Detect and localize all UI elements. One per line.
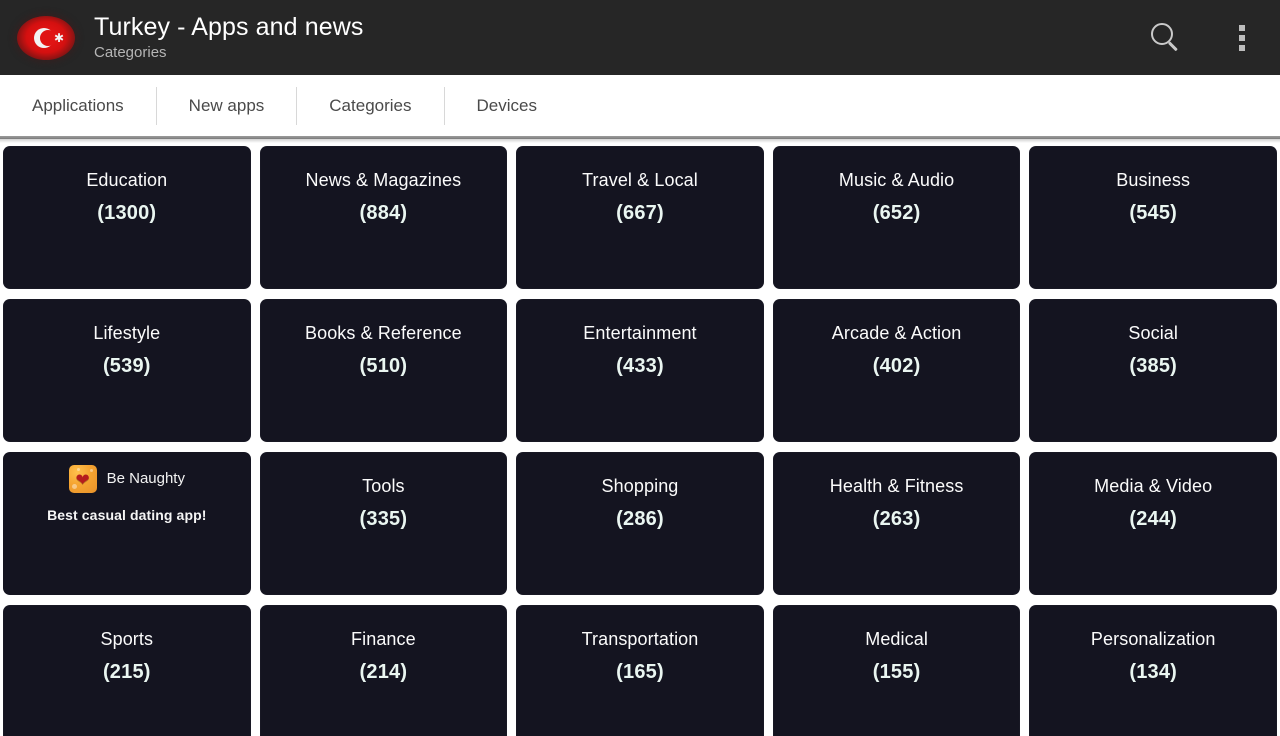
category-tile[interactable]: Sports (215) [3, 605, 251, 736]
search-icon[interactable] [1151, 22, 1181, 53]
category-name: Sports [100, 629, 154, 649]
category-name: Medical [865, 629, 928, 649]
ad-tagline: Best casual dating app! [47, 507, 207, 523]
category-count: (667) [616, 202, 664, 224]
category-tile[interactable]: Travel & Local (667) [516, 146, 764, 289]
header-titles: Turkey - Apps and news Categories [94, 12, 1128, 63]
flag-star-icon: ✱ [54, 30, 65, 45]
category-tile[interactable]: Education (1300) [3, 146, 251, 289]
category-tile[interactable]: Books & Reference (510) [259, 299, 508, 442]
category-tile[interactable]: Personalization (134) [1029, 605, 1277, 736]
category-count: (433) [616, 355, 664, 377]
category-tile[interactable]: Finance (214) [259, 605, 508, 736]
category-name: Education [86, 170, 168, 190]
category-count: (402) [872, 355, 921, 377]
page-subtitle: Categories [94, 44, 167, 61]
category-name: Health & Fitness [829, 476, 964, 496]
category-tile[interactable]: Shopping (286) [516, 452, 764, 595]
category-count: (286) [616, 508, 664, 530]
category-name: Finance [351, 629, 416, 649]
category-count: (652) [872, 202, 921, 224]
category-tile[interactable]: Social (385) [1029, 299, 1277, 442]
category-name: Entertainment [583, 323, 697, 343]
category-name: Media & Video [1094, 476, 1213, 496]
category-name: Business [1116, 170, 1191, 190]
category-count: (165) [616, 661, 664, 683]
category-name: Lifestyle [93, 323, 161, 343]
category-tile[interactable]: Music & Audio (652) [772, 146, 1021, 289]
category-count: (510) [359, 355, 408, 377]
category-tile[interactable]: Business (545) [1029, 146, 1277, 289]
category-name: Personalization [1090, 629, 1216, 649]
category-tile[interactable]: Media & Video (244) [1029, 452, 1277, 595]
category-name: Travel & Local [582, 170, 698, 190]
category-name: Social [1128, 323, 1179, 343]
tab-bar: Applications New apps Categories Devices [0, 75, 1280, 136]
category-name: Books & Reference [304, 323, 462, 343]
tab-applications[interactable]: Applications [0, 86, 156, 126]
category-tile[interactable]: Lifestyle (539) [3, 299, 251, 442]
tab-devices[interactable]: Devices [445, 86, 569, 126]
overflow-menu-button[interactable] [1204, 0, 1280, 75]
overflow-menu-icon[interactable] [1239, 24, 1245, 51]
category-name: Tools [362, 476, 405, 496]
category-count: (884) [359, 202, 408, 224]
category-count: (335) [359, 508, 408, 530]
category-count: (263) [872, 508, 921, 530]
tab-categories[interactable]: Categories [297, 86, 443, 126]
category-tile[interactable]: Medical (155) [772, 605, 1021, 736]
category-name: News & Magazines [305, 170, 462, 190]
category-count: (134) [1129, 661, 1178, 683]
ad-tile[interactable]: ❤ Be Naughty Best casual dating app! [3, 452, 251, 595]
page-title: Turkey - Apps and news [94, 13, 364, 41]
tab-new-apps[interactable]: New apps [157, 86, 297, 126]
heart-icon: ❤ [68, 465, 97, 493]
search-button[interactable] [1128, 0, 1204, 75]
turkey-flag-icon: ✱ [17, 15, 75, 60]
category-tile[interactable]: Arcade & Action (402) [772, 299, 1021, 442]
category-tile[interactable]: Transportation (165) [516, 605, 764, 736]
category-name: Music & Audio [838, 170, 955, 190]
category-tile[interactable]: Entertainment (433) [516, 299, 764, 442]
category-tile[interactable]: News & Magazines (884) [259, 146, 508, 289]
category-count: (1300) [97, 202, 157, 224]
category-count: (545) [1129, 202, 1178, 224]
category-count: (215) [102, 661, 151, 683]
category-name: Shopping [601, 476, 679, 496]
category-tile[interactable]: Tools (335) [259, 452, 508, 595]
category-count: (385) [1129, 355, 1178, 377]
category-count: (155) [872, 661, 921, 683]
category-count: (244) [1129, 508, 1178, 530]
category-count: (539) [102, 355, 151, 377]
app-header: ✱ Turkey - Apps and news Categories [0, 0, 1280, 75]
category-grid: Education (1300) News & Magazines (884) Trav… [0, 143, 1280, 736]
category-count: (214) [359, 661, 408, 683]
category-tile[interactable]: Health & Fitness (263) [772, 452, 1021, 595]
category-name: Transportation [581, 629, 699, 649]
category-name: Arcade & Action [831, 323, 962, 343]
ad-title: Be Naughty [106, 470, 185, 487]
ad-header-row: ❤ Be Naughty [3, 465, 251, 493]
